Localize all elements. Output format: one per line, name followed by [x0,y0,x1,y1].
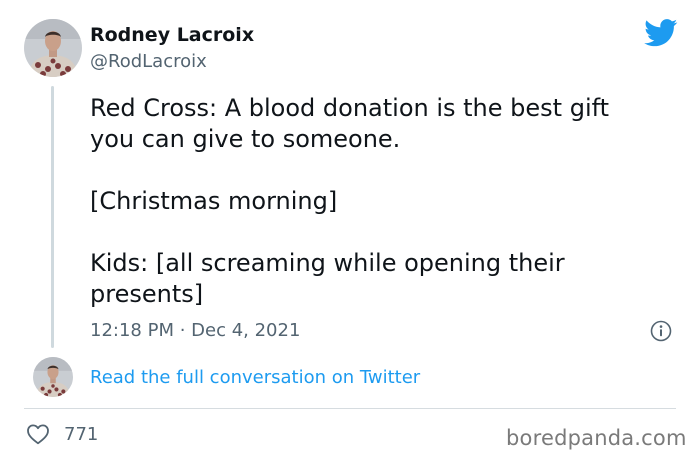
thread-connector-line [51,86,54,348]
tweet-text: Red Cross: A blood donation is the best … [90,93,680,310]
info-icon[interactable] [650,320,672,342]
avatar-photo [33,357,73,397]
tweet-text-line: Kids: [all screaming while opening their [90,249,565,277]
author-handle[interactable]: @RodLacroix [90,51,207,72]
avatar-photo [24,19,82,77]
tweet-text-line: presents] [90,280,204,308]
tweet-text-line: you can give to someone. [90,125,401,153]
author-display-name[interactable]: Rodney Lacroix [90,24,254,46]
like-count: 771 [64,424,99,445]
tweet-text-line: Red Cross: A blood donation is the best … [90,94,610,122]
tweet-text-line: [Christmas morning] [90,187,338,215]
twitter-bird-icon[interactable] [644,19,678,47]
source-watermark: boredpanda.com [506,426,687,450]
heart-icon[interactable] [26,423,50,445]
small-author-avatar[interactable] [33,357,73,397]
author-avatar[interactable] [24,19,82,77]
read-conversation-link[interactable]: Read the full conversation on Twitter [90,367,420,388]
divider [24,408,676,409]
tweet-timestamp[interactable]: 12:18 PM · Dec 4, 2021 [90,320,300,341]
